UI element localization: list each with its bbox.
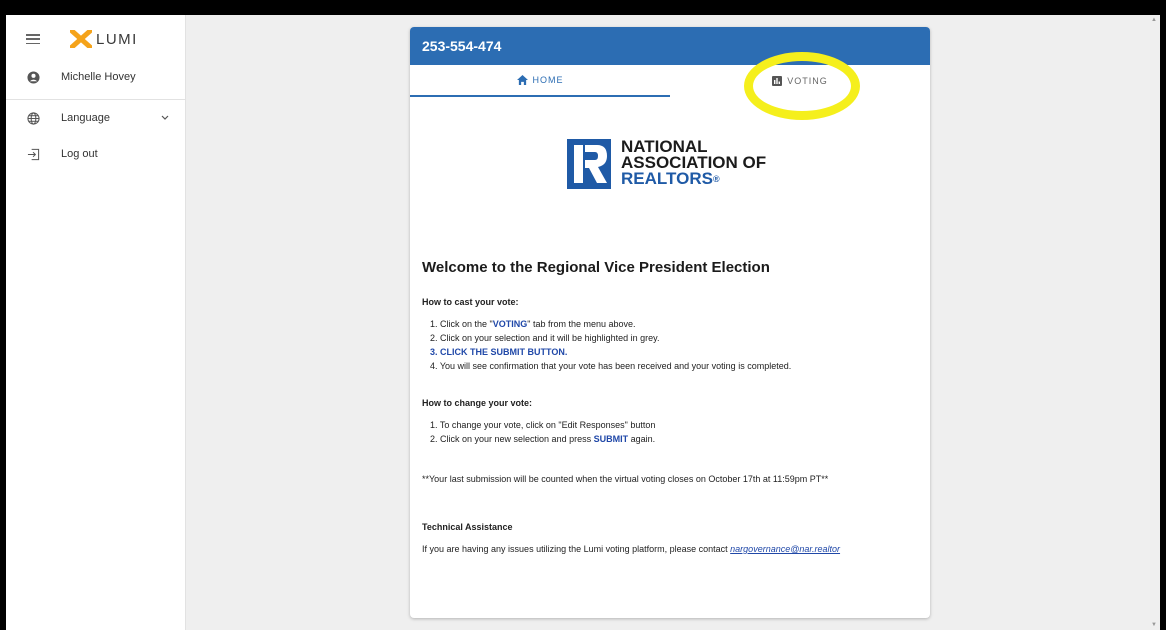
logout-label: Log out bbox=[61, 148, 98, 160]
list-item: 2. Click on your selection and it will b… bbox=[430, 333, 660, 343]
step-text: 1. Click on the " bbox=[430, 319, 493, 329]
chevron-down-icon bbox=[161, 113, 169, 124]
list-item: 3. CLICK THE SUBMIT BUTTON. bbox=[430, 345, 922, 359]
sidebar-item-logout[interactable]: Log out bbox=[6, 136, 185, 172]
sidebar-item-language[interactable]: Language bbox=[6, 100, 185, 136]
tab-bar: HOME VOTING bbox=[410, 65, 930, 97]
welcome-heading: Welcome to the Regional Vice President E… bbox=[422, 259, 770, 276]
list-item: 1. To change your vote, click on "Edit R… bbox=[430, 420, 656, 430]
list-item: 1. Click on the "VOTING" tab from the me… bbox=[430, 317, 922, 331]
bar-chart-icon bbox=[772, 76, 783, 86]
list-item: 2. Click on your new selection and press… bbox=[430, 432, 922, 446]
app-frame: LUMI Michelle Hovey Language Log out 253… bbox=[6, 15, 1160, 630]
tab-home-label: HOME bbox=[532, 75, 564, 85]
list-item: 4. You will see confirmation that your v… bbox=[430, 361, 792, 371]
page-scrollbar[interactable]: ▲ ▼ bbox=[1147, 15, 1160, 630]
step-text: again. bbox=[628, 434, 656, 444]
realtor-r-logo bbox=[567, 139, 611, 189]
menu-icon[interactable] bbox=[26, 34, 40, 44]
tab-home[interactable]: HOME bbox=[410, 65, 670, 97]
assist-text: If you are having any issues utilizing t… bbox=[422, 544, 731, 554]
voting-highlight: VOTING bbox=[492, 319, 528, 329]
globe-icon bbox=[26, 111, 40, 125]
cast-vote-steps: 1. Click on the "VOTING" tab from the me… bbox=[422, 317, 922, 373]
sidebar-header: LUMI bbox=[6, 15, 185, 63]
account-icon bbox=[26, 70, 40, 84]
home-icon bbox=[516, 75, 528, 85]
step-text: " tab from the menu above. bbox=[527, 319, 636, 329]
nar-logo-line3: REALTORS bbox=[621, 169, 713, 188]
lumi-logo: LUMI bbox=[70, 30, 138, 48]
change-vote-heading: How to change your vote: bbox=[422, 398, 533, 408]
lumi-x-icon bbox=[70, 30, 92, 48]
instructions: Welcome to the Regional Vice President E… bbox=[422, 259, 922, 554]
tech-assist-text: If you are having any issues utilizing t… bbox=[422, 544, 922, 554]
tab-voting[interactable]: VOTING bbox=[670, 65, 930, 97]
tab-voting-label: VOTING bbox=[787, 76, 828, 86]
change-vote-steps: 1. To change your vote, click on "Edit R… bbox=[422, 418, 922, 446]
scroll-down-icon[interactable]: ▼ bbox=[1151, 622, 1157, 628]
language-label: Language bbox=[61, 112, 110, 124]
step-number: 3. bbox=[430, 347, 441, 357]
nar-logo-text: NATIONAL ASSOCIATION OF REALTORS® bbox=[621, 138, 766, 188]
submission-note: **Your last submission will be counted w… bbox=[422, 474, 829, 484]
user-name: Michelle Hovey bbox=[61, 71, 136, 83]
scroll-up-icon[interactable]: ▲ bbox=[1151, 17, 1157, 23]
submit-highlight: CLICK THE SUBMIT BUTTON. bbox=[440, 347, 568, 357]
nar-logo: NATIONAL ASSOCIATION OF REALTORS® bbox=[567, 138, 766, 189]
meeting-id: 253-554-474 bbox=[422, 38, 502, 54]
support-email-link[interactable]: nargovernance@nar.realtor bbox=[730, 544, 840, 554]
meeting-card: 253-554-474 HOME VOTING NATIONAL ASSOCIA… bbox=[410, 27, 930, 618]
sidebar: LUMI Michelle Hovey Language Log out bbox=[6, 15, 186, 630]
step-text: 2. Click on your new selection and press bbox=[430, 434, 594, 444]
logout-icon bbox=[26, 147, 40, 161]
meeting-id-header: 253-554-474 bbox=[410, 27, 930, 65]
lumi-logo-text: LUMI bbox=[96, 30, 138, 48]
submit-highlight: SUBMIT bbox=[593, 434, 629, 444]
tech-assist-heading: Technical Assistance bbox=[422, 522, 513, 532]
nar-logo-reg: ® bbox=[712, 174, 720, 184]
cast-vote-heading: How to cast your vote: bbox=[422, 297, 519, 307]
sidebar-item-user[interactable]: Michelle Hovey bbox=[6, 63, 185, 91]
